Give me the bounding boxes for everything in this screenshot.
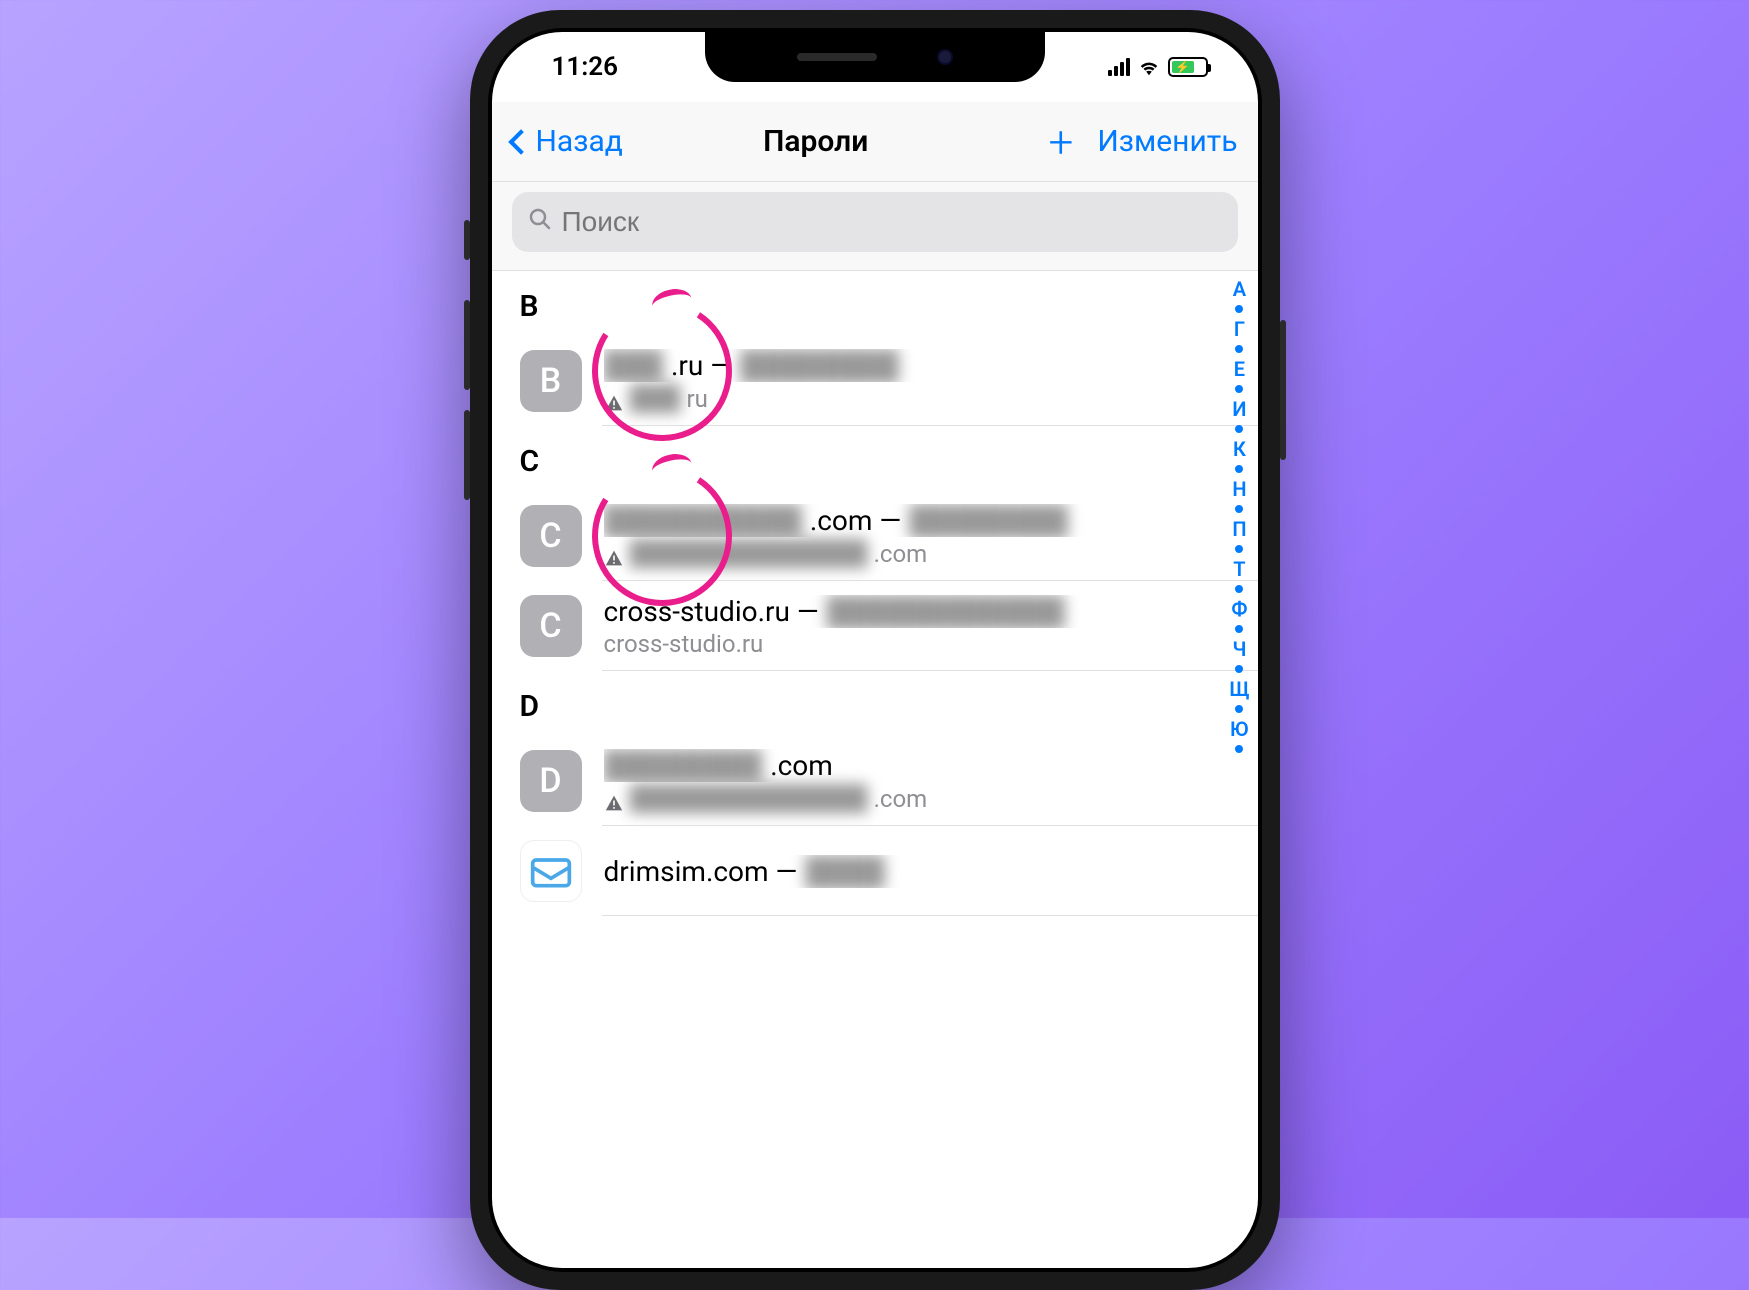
index-dot	[1235, 305, 1243, 313]
row-title: ███.ru — ████████	[604, 349, 1230, 382]
index-dot	[1235, 425, 1243, 433]
password-row[interactable]: C ██████████.com — ████████ █████████████…	[492, 491, 1258, 581]
row-body: ████████.com ██████████████.com	[604, 749, 1230, 813]
warning-icon	[604, 790, 624, 808]
cellular-signal-icon	[1108, 58, 1130, 76]
index-dot	[1235, 465, 1243, 473]
index-letter[interactable]: П	[1232, 519, 1246, 539]
site-initial-icon: D	[520, 750, 582, 812]
index-letter[interactable]: Г	[1234, 319, 1245, 339]
row-subtitle: ███ru	[604, 384, 1230, 413]
search-input[interactable]	[562, 206, 1222, 238]
index-dot	[1235, 345, 1243, 353]
index-letter[interactable]: К	[1233, 439, 1246, 459]
index-dot	[1235, 745, 1243, 753]
status-time: 11:26	[552, 52, 619, 82]
index-letter[interactable]: Н	[1232, 479, 1246, 499]
status-right: ⚡	[1108, 57, 1208, 77]
row-body: cross-studio.ru — ████████████cross-stud…	[604, 595, 1230, 658]
row-subtitle: ██████████████.com	[604, 784, 1230, 813]
password-list[interactable]: BB███.ru — ████████ ███ruCC██████████.co…	[492, 271, 1258, 916]
password-row[interactable]: B ███.ru — ████████ ███ru	[492, 336, 1258, 426]
section-header-D: D	[492, 671, 1258, 736]
section-header-C: C	[492, 426, 1258, 491]
site-initial-icon: B	[520, 350, 582, 412]
password-row[interactable]: drimsim.com — ████	[492, 826, 1258, 916]
search-container	[492, 182, 1258, 271]
row-body: drimsim.com — ████	[604, 855, 1230, 888]
battery-icon: ⚡	[1168, 57, 1208, 77]
index-letter[interactable]: И	[1232, 399, 1246, 419]
notch	[705, 32, 1045, 82]
screen: 11:26 ⚡ Назад Па	[492, 32, 1258, 1268]
index-dot	[1235, 625, 1243, 633]
add-button[interactable]: +	[1049, 116, 1074, 168]
wifi-icon	[1138, 58, 1160, 76]
index-dot	[1235, 385, 1243, 393]
index-letter[interactable]: Ю	[1230, 719, 1249, 739]
row-title: drimsim.com — ████	[604, 855, 1230, 888]
chevron-left-icon	[508, 129, 533, 154]
index-dot	[1235, 545, 1243, 553]
alphabet-index[interactable]: АГЕИКНПТФЧЩЮ	[1229, 275, 1249, 916]
index-dot	[1235, 505, 1243, 513]
site-favicon	[520, 840, 582, 902]
search-field[interactable]	[512, 192, 1238, 252]
index-letter[interactable]: Щ	[1229, 679, 1249, 699]
index-dot	[1235, 585, 1243, 593]
index-letter[interactable]: Ф	[1231, 599, 1247, 619]
row-body: ███.ru — ████████ ███ru	[604, 349, 1230, 413]
phone-frame: 11:26 ⚡ Назад Па	[470, 10, 1280, 1290]
index-letter[interactable]: Е	[1234, 359, 1245, 379]
edit-button[interactable]: Изменить	[1097, 124, 1237, 159]
row-title: ██████████.com — ████████	[604, 504, 1230, 537]
row-subtitle: cross-studio.ru	[604, 630, 1230, 658]
section-header-B: B	[492, 271, 1258, 336]
site-initial-icon: C	[520, 505, 582, 567]
index-letter[interactable]: Ч	[1232, 639, 1246, 659]
nav-bar: Назад Пароли + Изменить	[492, 102, 1258, 182]
search-icon	[528, 207, 552, 238]
row-subtitle: ██████████████.com	[604, 539, 1230, 568]
index-letter[interactable]: А	[1233, 279, 1246, 299]
index-dot	[1235, 665, 1243, 673]
row-body: ██████████.com — ████████ ██████████████…	[604, 504, 1230, 568]
password-row[interactable]: D ████████.com ██████████████.com	[492, 736, 1258, 826]
index-letter[interactable]: Т	[1233, 559, 1245, 579]
password-row[interactable]: Ccross-studio.ru — ████████████cross-stu…	[492, 581, 1258, 671]
warning-icon	[604, 390, 624, 408]
page-title: Пароли	[583, 124, 1049, 159]
site-initial-icon: C	[520, 595, 582, 657]
row-title: ████████.com	[604, 749, 1230, 782]
index-dot	[1235, 705, 1243, 713]
row-title: cross-studio.ru — ████████████	[604, 595, 1230, 628]
warning-icon	[604, 545, 624, 563]
